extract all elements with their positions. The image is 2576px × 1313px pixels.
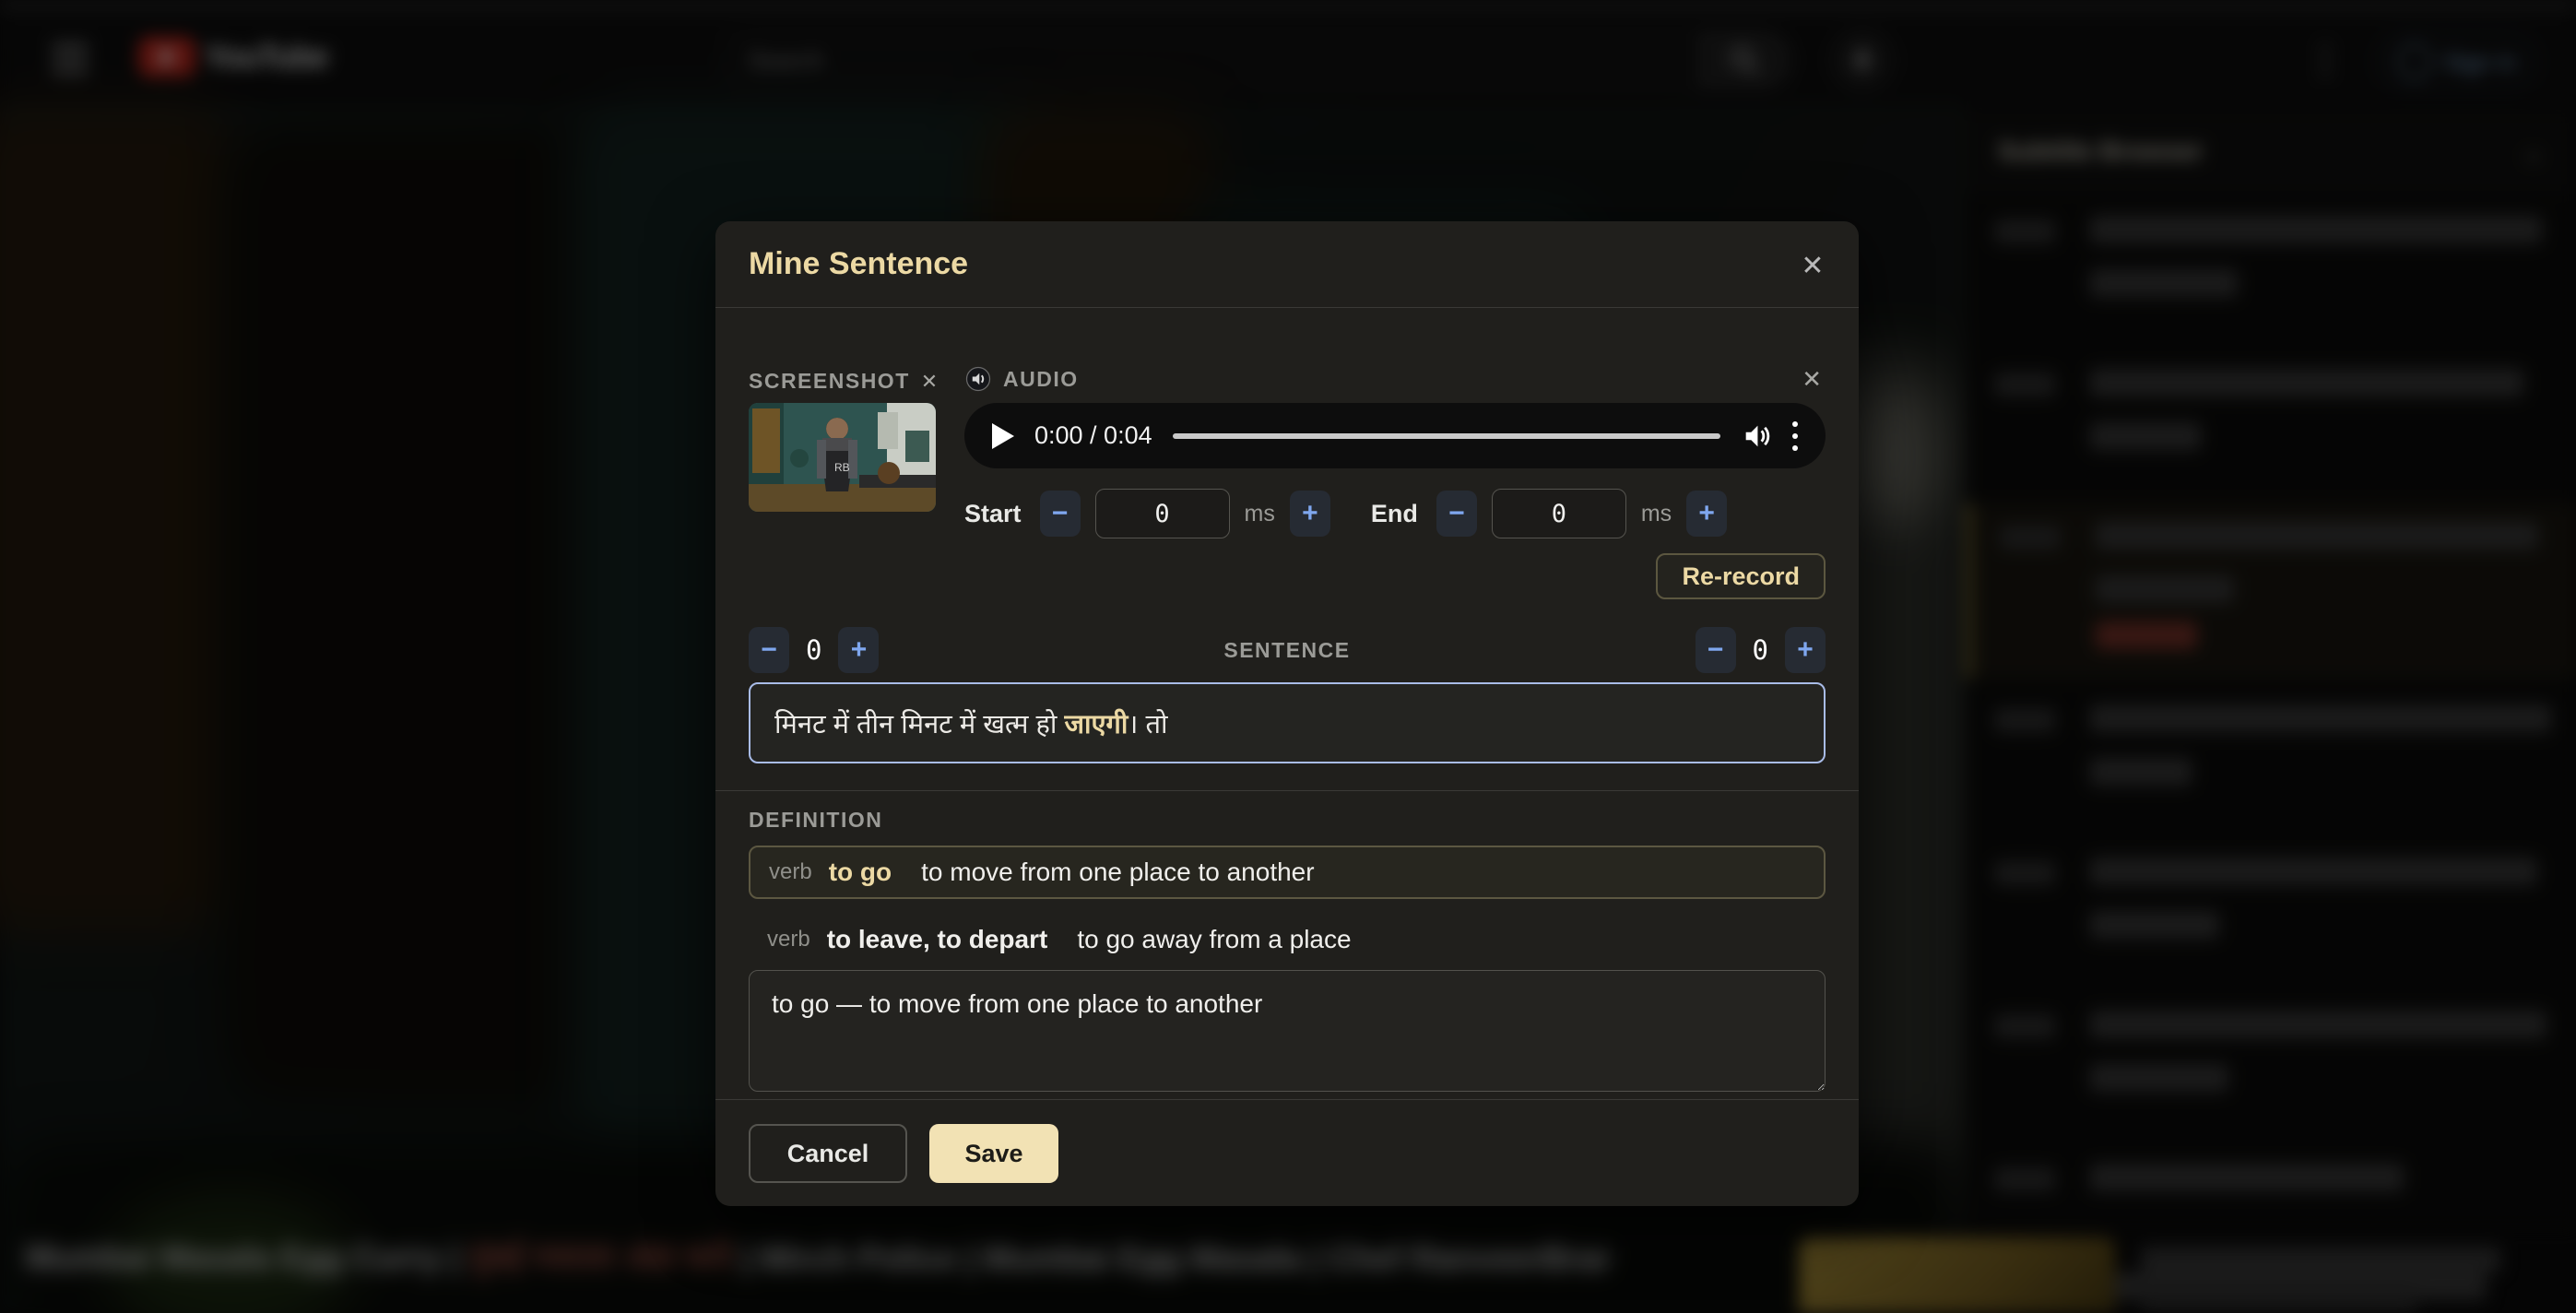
target-word: जाएगी	[1064, 710, 1128, 739]
sentence-left-minus-button[interactable]: −	[749, 627, 789, 673]
divider	[715, 790, 1859, 791]
video-screenshot-thumbnail: RB	[749, 403, 936, 512]
end-ms-unit: ms	[1641, 501, 1672, 527]
player-progress-bar[interactable]	[1173, 433, 1720, 439]
definition-gloss: to move from one place to another	[921, 858, 1314, 887]
audio-player: 0:00 / 0:04	[964, 403, 1826, 468]
dialog-footer: Cancel Save	[749, 1124, 1058, 1183]
svg-text:RB: RB	[834, 461, 850, 474]
divider	[715, 307, 1859, 308]
part-of-speech: verb	[769, 859, 812, 885]
clip-range-controls: Start − ms + End − ms +	[964, 491, 1727, 537]
definition-term: to leave, to depart	[827, 925, 1048, 954]
end-ms-input[interactable]	[1492, 489, 1626, 538]
audio-section-label: AUDIO	[964, 365, 1079, 393]
start-ms-unit: ms	[1245, 501, 1275, 527]
sentence-left-count: 0	[806, 634, 821, 666]
start-ms-input[interactable]	[1095, 489, 1230, 538]
end-label: End	[1371, 500, 1418, 528]
definition-term: to go	[829, 858, 892, 887]
player-time: 0:00 / 0:04	[1034, 421, 1152, 450]
sentence-right-plus-button[interactable]: +	[1785, 627, 1826, 673]
sentence-label: SENTENCE	[879, 638, 1695, 663]
re-record-button[interactable]: Re-record	[1656, 553, 1826, 599]
part-of-speech: verb	[767, 927, 810, 952]
audio-close-icon[interactable]: ✕	[1802, 365, 1822, 394]
end-plus-button[interactable]: +	[1686, 491, 1727, 537]
play-button[interactable]	[992, 423, 1014, 449]
end-minus-button[interactable]: −	[1436, 491, 1477, 537]
start-minus-button[interactable]: −	[1040, 491, 1081, 537]
screen: { "header": { "brand": "YouTube", "searc…	[0, 0, 2576, 1313]
mine-sentence-dialog: Mine Sentence ✕ SCREENSHOT ✕ AUDIO ✕	[715, 221, 1859, 1206]
definition-gloss: to go away from a place	[1077, 925, 1351, 954]
sentence-left-plus-button[interactable]: +	[838, 627, 879, 673]
speaker-icon	[964, 365, 992, 393]
definition-option-selected[interactable]: verb to go to move from one place to ano…	[749, 846, 1826, 899]
start-plus-button[interactable]: +	[1290, 491, 1330, 537]
dialog-title: Mine Sentence	[749, 221, 968, 307]
definition-label: DEFINITION	[749, 808, 882, 833]
screenshot-remove-icon[interactable]: ✕	[921, 370, 938, 394]
sentence-right-minus-button[interactable]: −	[1696, 627, 1736, 673]
sentence-text-box[interactable]: मिनट में तीन मिनट में खत्म हो जाएगी। तो	[749, 682, 1826, 763]
sentence-right-count: 0	[1753, 634, 1768, 666]
volume-icon[interactable]	[1741, 420, 1772, 452]
save-button[interactable]: Save	[929, 1124, 1058, 1183]
dialog-close-button[interactable]: ✕	[1790, 243, 1835, 288]
cancel-button[interactable]: Cancel	[749, 1124, 907, 1183]
definition-editor[interactable]: to go — to move from one place to anothe…	[749, 970, 1826, 1092]
audio-label: AUDIO	[1003, 367, 1079, 392]
player-menu-icon[interactable]	[1792, 421, 1798, 451]
screenshot-section-label: SCREENSHOT ✕	[749, 369, 938, 394]
sentence-extend-controls: − 0 + SENTENCE − 0 +	[749, 627, 1826, 673]
divider	[715, 1099, 1859, 1100]
screenshot-label: SCREENSHOT	[749, 369, 910, 394]
definition-option[interactable]: verb to leave, to depart to go away from…	[749, 919, 1826, 960]
start-label: Start	[964, 500, 1022, 528]
